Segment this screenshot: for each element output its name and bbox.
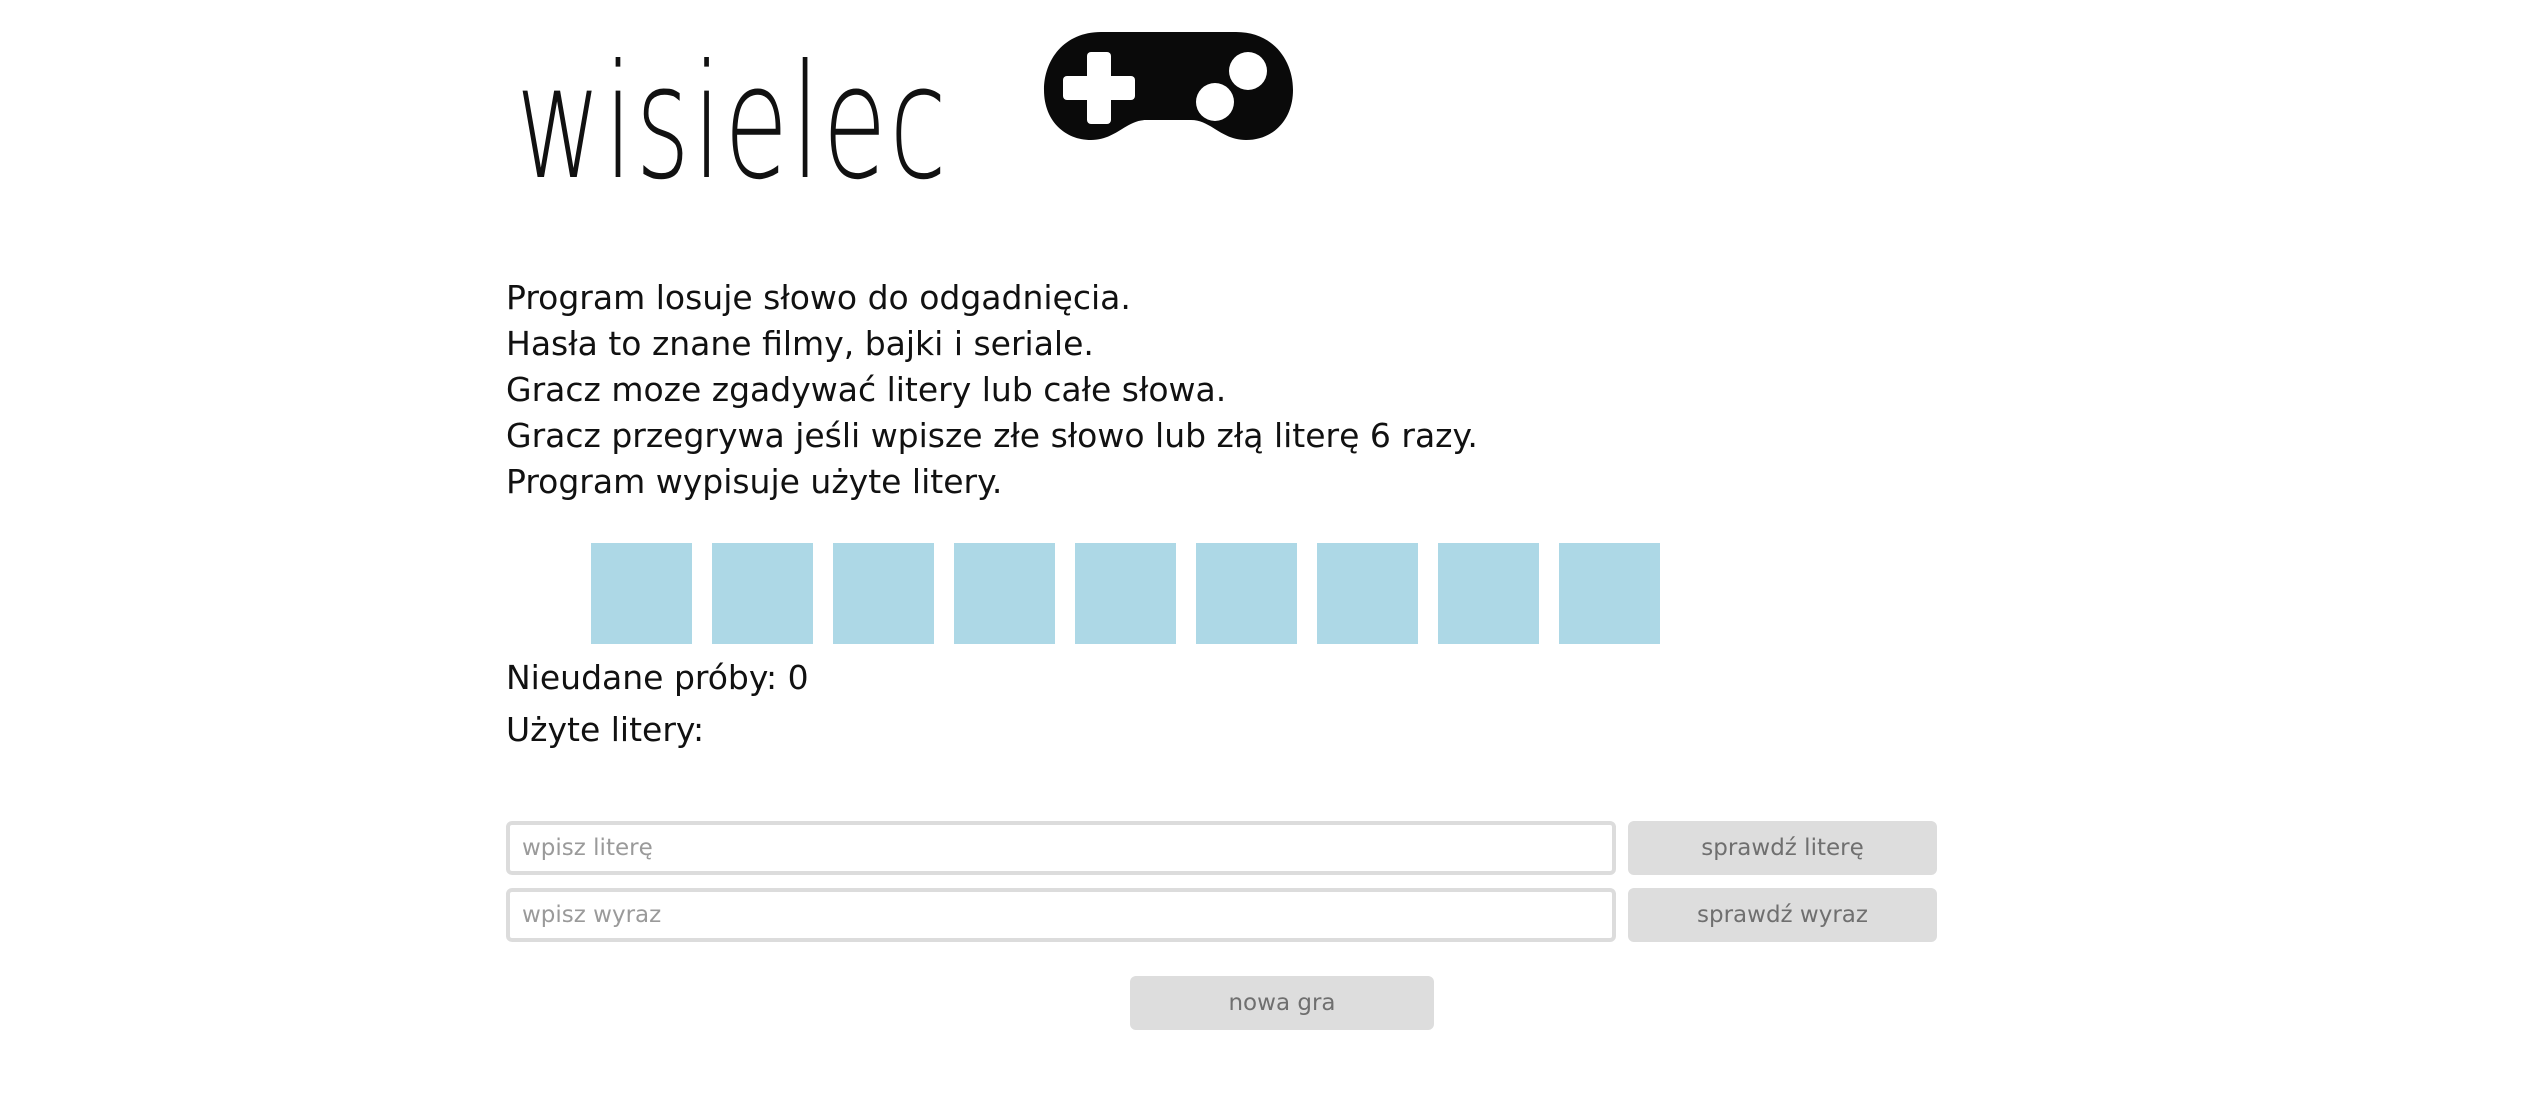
letter-tile [954, 543, 1055, 644]
rules-text: Program losuje słowo do odgadnięcia. Has… [506, 275, 1478, 505]
letter-tile [712, 543, 813, 644]
word-row: sprawdź wyraz [506, 888, 1937, 942]
check-letter-button[interactable]: sprawdź literę [1628, 821, 1937, 875]
letter-input[interactable] [506, 821, 1616, 875]
word-input[interactable] [506, 888, 1616, 942]
app-title: wisielec [516, 31, 950, 215]
new-game-button[interactable]: nowa gra [1130, 976, 1434, 1030]
letter-tile [591, 543, 692, 644]
rule-line: Gracz przegrywa jeśli wpisze złe słowo l… [506, 416, 1478, 455]
used-letters: Użyte litery: [506, 710, 705, 749]
rule-line: Hasła to znane filmy, bajki i seriale. [506, 324, 1094, 363]
rule-line: Program wypisuje użyte litery. [506, 462, 1003, 501]
gamepad-icon [1044, 32, 1293, 140]
letter-tile [1438, 543, 1539, 644]
rule-line: Gracz moze zgadywać litery lub całe słow… [506, 370, 1227, 409]
letter-row: sprawdź literę [506, 821, 1937, 875]
letter-tile [1559, 543, 1660, 644]
letter-tile [1196, 543, 1297, 644]
rule-line: Program losuje słowo do odgadnięcia. [506, 278, 1131, 317]
failed-attempts: Nieudane próby: 0 [506, 658, 809, 697]
letter-tile [1075, 543, 1176, 644]
word-board [591, 543, 1660, 644]
letter-tile [833, 543, 934, 644]
letter-tile [1317, 543, 1418, 644]
check-word-button[interactable]: sprawdź wyraz [1628, 888, 1937, 942]
